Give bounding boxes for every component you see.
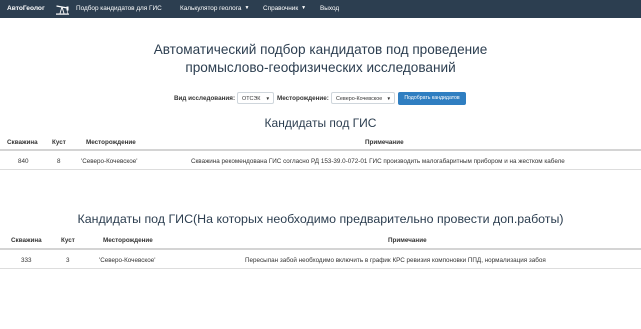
cell-well: 333 <box>21 257 32 264</box>
research-type-select[interactable]: ОТСЭК ▼ <box>237 92 274 104</box>
table-row-divider <box>0 169 641 170</box>
caret-down-icon: ▼ <box>244 5 250 11</box>
research-type-label: Вид исследования: <box>174 95 236 102</box>
cell-note: Пересыпан забой необходимо включить в гр… <box>245 257 546 264</box>
cell-pad: 3 <box>66 257 70 264</box>
cell-field: 'Северо-Кочевское' <box>99 257 156 264</box>
header-note: Примечание <box>365 139 404 146</box>
table-header-divider <box>0 248 641 250</box>
nav-reference-label: Справочник <box>263 5 299 12</box>
header-note: Примечание <box>388 237 427 244</box>
caret-down-icon: ▼ <box>301 5 307 11</box>
brand-link[interactable]: АвтоГеолог <box>7 5 45 12</box>
cell-well: 840 <box>18 158 29 165</box>
field-value: Северо-Кочевское <box>336 96 383 102</box>
table-header-divider <box>0 149 641 151</box>
table-row-divider <box>0 268 641 269</box>
header-well: Скважина <box>11 237 42 244</box>
cell-pad: 8 <box>57 158 61 165</box>
cell-note: Скважина рекомендована ГИС согласно РД 1… <box>191 158 565 165</box>
nav-geologist-calculator[interactable]: Калькулятор геолога ▼ <box>180 5 249 12</box>
nav-reference[interactable]: Справочник ▼ <box>263 5 306 12</box>
header-field: Месторождение <box>86 139 136 146</box>
select-arrow-icon: ▼ <box>265 96 270 101</box>
header-well: Скважина <box>7 139 38 146</box>
nav-logout[interactable]: Выход <box>320 5 339 12</box>
header-pad: Куст <box>52 139 66 146</box>
page-title-line1: Автоматический подбор кандидатов под про… <box>153 42 488 57</box>
nav-geologist-calculator-label: Калькулятор геолога <box>180 5 242 12</box>
page-title-line2: промыслово-геофизических исследований <box>185 60 456 75</box>
field-select[interactable]: Северо-Кочевское ▼ <box>331 92 395 104</box>
research-type-value: ОТСЭК <box>242 96 261 102</box>
top-navbar: АвтоГеолог Подбор кандидатов для ГИС Кал… <box>0 0 641 18</box>
header-field: Месторождение <box>103 237 153 244</box>
select-arrow-icon: ▼ <box>386 96 391 101</box>
section-additional-work-title: Кандидаты под ГИС(На которых необходимо … <box>77 212 564 226</box>
field-label: Месторождение: <box>277 95 329 102</box>
find-candidates-button[interactable]: Подобрать кандидатов <box>398 92 466 105</box>
header-pad: Куст <box>61 237 75 244</box>
section-gis-candidates-title: Кандидаты под ГИС <box>264 116 377 130</box>
cell-field: 'Северо-Кочевское' <box>81 158 138 165</box>
page-title: Автоматический подбор кандидатов под про… <box>0 41 641 77</box>
nav-gis-candidates[interactable]: Подбор кандидатов для ГИС <box>76 5 162 12</box>
oil-pump-icon <box>56 5 69 15</box>
